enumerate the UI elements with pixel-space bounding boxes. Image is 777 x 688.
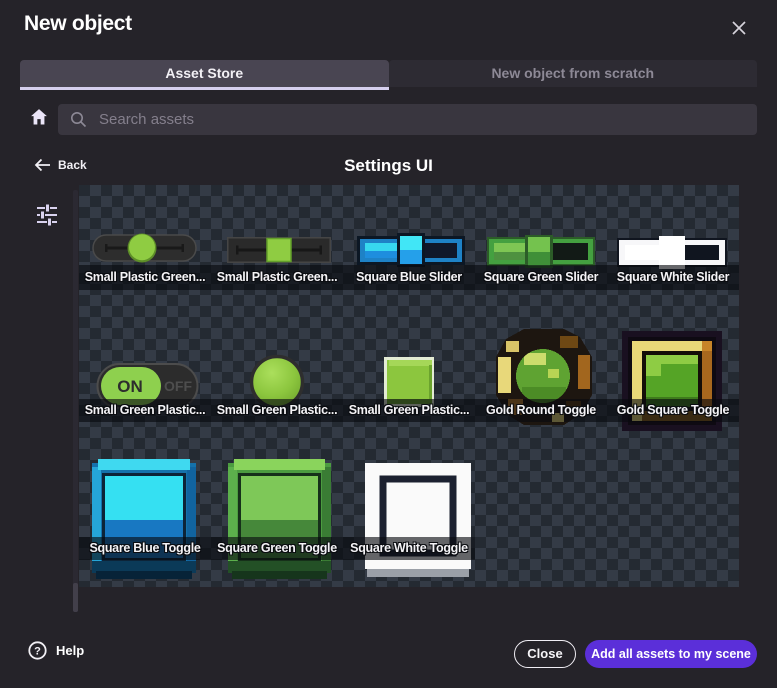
scrollbar-track: [73, 190, 78, 612]
add-all-assets-button[interactable]: Add all assets to my scene: [585, 640, 757, 668]
close-button[interactable]: Close: [514, 640, 576, 668]
pill-slider-sprite: [92, 232, 197, 264]
asset-label: Small Green Plastic...: [79, 399, 211, 422]
asset-tile-square-white-toggle[interactable]: [343, 422, 475, 587]
svg-text:OFF: OFF: [164, 378, 192, 394]
asset-label: Square Green Slider: [475, 265, 607, 290]
asset-tile-square-green-toggle[interactable]: [211, 422, 343, 587]
flat-slider-sprite: [227, 237, 331, 263]
tune-icon: [36, 203, 58, 227]
new-object-dialog: New object Asset Store New object from s…: [0, 0, 777, 688]
tab-asset-store-label: Asset Store: [165, 65, 243, 81]
scrollbar-thumb[interactable]: [73, 583, 78, 612]
help-label: Help: [56, 643, 84, 658]
asset-label: Square Green Toggle: [211, 537, 343, 560]
close-icon[interactable]: [729, 18, 749, 38]
svg-text:?: ?: [34, 646, 41, 658]
tab-asset-store[interactable]: Asset Store: [20, 60, 389, 87]
asset-label: Gold Round Toggle: [475, 399, 607, 422]
asset-label: Small Plastic Green...: [79, 265, 211, 290]
blue-slider-sprite: [357, 231, 465, 269]
asset-label: Square Blue Slider: [343, 265, 475, 290]
dialog-title: New object: [24, 12, 132, 36]
blue-toggle-sprite: [92, 459, 196, 579]
help-icon: ?: [28, 641, 47, 660]
asset-label: Square Blue Toggle: [79, 537, 211, 560]
asset-label: Gold Square Toggle: [607, 399, 739, 422]
search-input[interactable]: [97, 110, 701, 129]
asset-grid: ON OFF: [79, 185, 739, 587]
asset-label: Square White Slider: [607, 265, 739, 290]
asset-label: Square White Toggle: [343, 537, 475, 560]
asset-label: Small Plastic Green...: [211, 265, 343, 290]
green-toggle-sprite: [228, 459, 331, 579]
active-tab-underline: [20, 87, 389, 90]
section-title: Settings UI: [0, 156, 777, 176]
tab-new-object-from-scratch[interactable]: New object from scratch: [389, 60, 758, 87]
asset-label: Small Green Plastic...: [211, 399, 343, 422]
filter-button[interactable]: [36, 203, 58, 227]
svg-text:ON: ON: [117, 377, 143, 396]
asset-tile-square-blue-toggle[interactable]: [79, 422, 211, 587]
search-box[interactable]: [58, 104, 757, 135]
tab-bar: Asset Store New object from scratch: [20, 60, 757, 90]
green-slider-sprite: [487, 234, 595, 269]
search-icon: [70, 111, 87, 128]
home-button[interactable]: [29, 107, 49, 132]
help-button[interactable]: ? Help: [28, 641, 84, 660]
asset-label: Small Green Plastic...: [343, 399, 475, 422]
tab-from-scratch-label: New object from scratch: [491, 65, 654, 81]
